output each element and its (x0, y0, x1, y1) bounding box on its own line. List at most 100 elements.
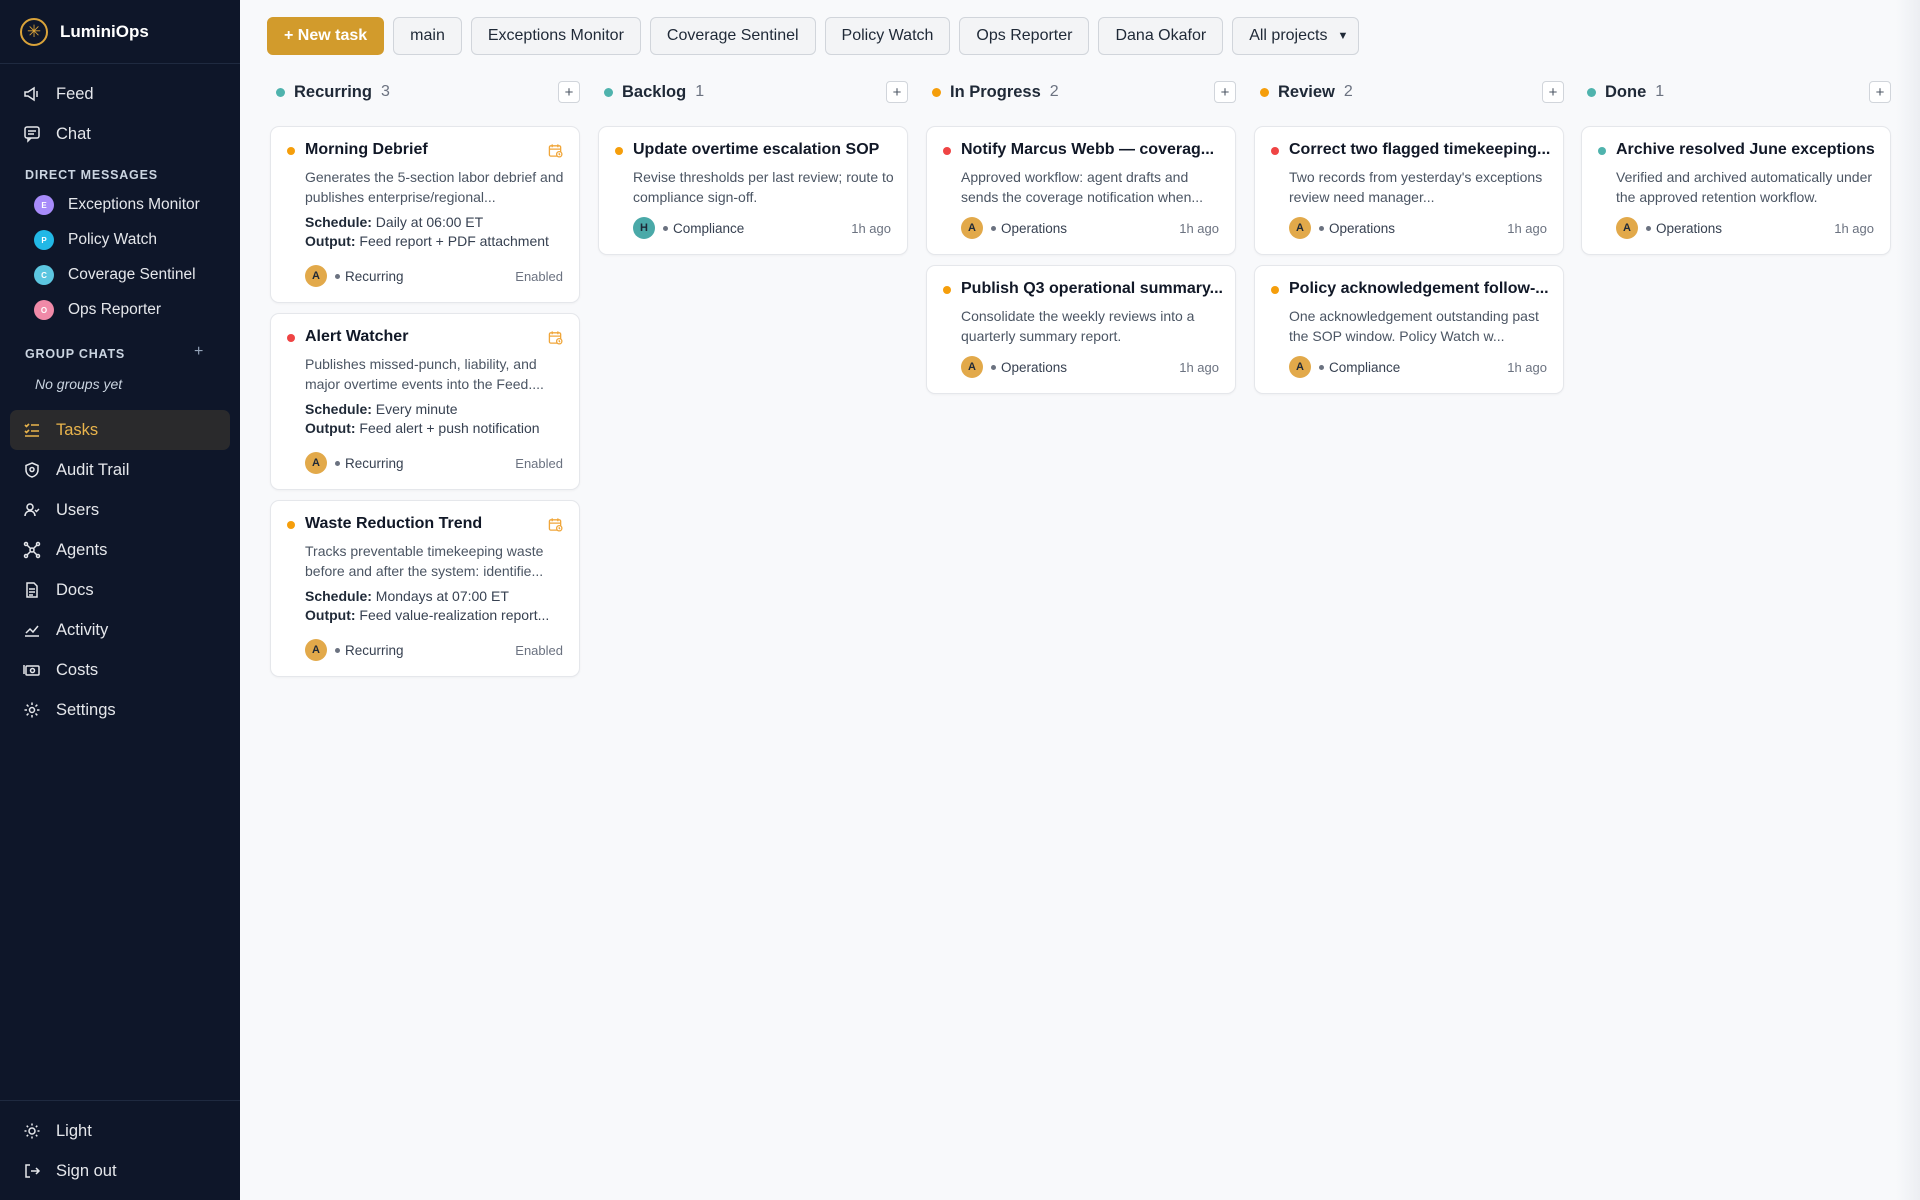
dm-ops-reporter[interactable]: O Ops Reporter (34, 295, 161, 325)
brand[interactable]: ✳ LuminiOps (0, 0, 240, 64)
nav-label: Settings (56, 700, 116, 719)
add-group-button[interactable]: + (194, 343, 203, 361)
tag-label: Operations (1001, 220, 1068, 236)
task-card[interactable]: Morning Debrief Generates the 5-section … (270, 126, 580, 303)
tag-dot (991, 364, 996, 370)
new-task-button[interactable]: + New task (267, 17, 385, 55)
card-tag: Compliance (1319, 360, 1400, 375)
timestamp: 1h ago (1507, 359, 1547, 375)
theme-toggle[interactable]: Light (10, 1111, 230, 1151)
sidebar-footer (0, 1100, 240, 1101)
task-card[interactable]: Notify Marcus Webb — coverag... Approved… (926, 126, 1236, 255)
nav-label: Light (56, 1121, 92, 1140)
column-done: Done 1 + Archive resolved June exception… (1581, 80, 1891, 280)
output-value: Feed value-realization report... (359, 607, 550, 623)
tag-dot (991, 225, 996, 231)
nav-item-activity[interactable]: Activity (10, 610, 230, 650)
task-card[interactable]: Alert Watcher Publishes missed-punch, li… (270, 313, 580, 490)
add-card-button[interactable]: + (1214, 81, 1236, 103)
card-footer: A Compliance 1h ago (1289, 356, 1547, 378)
tag-dot (335, 647, 340, 653)
card-tag: Recurring (335, 643, 404, 658)
task-card[interactable]: Waste Reduction Trend Tracks preventable… (270, 500, 580, 677)
column-title: In Progress (950, 82, 1041, 101)
nav-item-docs[interactable]: Docs (10, 570, 230, 610)
card-title: Correct two flagged timekeeping... (1289, 141, 1551, 158)
tag-label: Compliance (1329, 359, 1401, 375)
logo-icon: ✳ (20, 17, 48, 46)
filter-dana-okafor[interactable]: Dana Okafor (1098, 17, 1224, 55)
output-label: Output: (305, 420, 356, 436)
nav-item-agents[interactable]: Agents (10, 530, 230, 570)
activity-icon (22, 620, 42, 640)
filter-ops-reporter[interactable]: Ops Reporter (959, 17, 1090, 55)
status-text: Enabled (515, 642, 563, 658)
timestamp: 1h ago (1179, 220, 1219, 236)
card-footer: A Recurring Enabled (305, 639, 563, 661)
toolbar: + New task main Exceptions Monitor Cover… (267, 17, 1368, 55)
avatar: A (305, 639, 327, 661)
app-name: LuminiOps (60, 21, 149, 41)
nav-label: Audit Trail (56, 460, 130, 479)
card-output: Output: Feed value-realization report... (305, 607, 567, 623)
nav-label: Users (56, 500, 100, 519)
card-tag: Operations (991, 360, 1067, 375)
card-description: One acknowledgement outstanding past the… (1289, 308, 1539, 344)
column-recurring: Recurring 3 + Morning Debrief Generates … (270, 80, 580, 680)
sign-out-button[interactable]: Sign out (10, 1151, 230, 1191)
task-card[interactable]: Archive resolved June exceptions Verifie… (1581, 126, 1891, 255)
dm-exceptions-monitor[interactable]: E Exceptions Monitor (34, 190, 200, 220)
dm-policy-watch[interactable]: P Policy Watch (34, 225, 157, 255)
add-card-button[interactable]: + (886, 81, 908, 103)
shield-icon (22, 460, 42, 480)
dm-coverage-sentinel[interactable]: C Coverage Sentinel (34, 260, 196, 290)
column-title: Backlog (622, 82, 687, 101)
add-card-button[interactable]: + (558, 81, 580, 103)
avatar: O (34, 300, 54, 320)
card-title: Publish Q3 operational summary... (961, 280, 1223, 297)
filter-coverage-sentinel[interactable]: Coverage Sentinel (649, 17, 816, 55)
task-card[interactable]: Correct two flagged timekeeping... Two r… (1254, 126, 1564, 255)
filter-policy-watch[interactable]: Policy Watch (824, 17, 951, 55)
money-icon (22, 660, 42, 680)
group-chats-label: GROUP CHATS (25, 347, 126, 361)
timestamp: 1h ago (1834, 220, 1874, 236)
add-card-button[interactable]: + (1542, 81, 1564, 103)
project-select[interactable]: All projects ▼ (1232, 17, 1360, 55)
priority-dot (943, 286, 951, 294)
card-title: Alert Watcher (305, 328, 409, 345)
status-dot (276, 87, 285, 97)
task-card[interactable]: Policy acknowledgement follow-... One ac… (1254, 265, 1564, 394)
nav-item-users[interactable]: Users (10, 490, 230, 530)
nav-item-costs[interactable]: Costs (10, 650, 230, 690)
output-label: Output: (305, 233, 356, 249)
nav-item-chat[interactable]: Chat (10, 114, 230, 154)
timestamp: 1h ago (1507, 220, 1547, 236)
timestamp: 1h ago (851, 220, 891, 236)
dm-label: Exceptions Monitor (68, 196, 200, 213)
dm-label: Coverage Sentinel (68, 266, 196, 283)
task-card[interactable]: Update overtime escalation SOP Revise th… (598, 126, 908, 255)
calendar-clock-icon (548, 518, 563, 532)
column-header: Recurring 3 + (270, 80, 580, 104)
project-select-value: All projects (1249, 27, 1328, 44)
status-dot (932, 87, 941, 97)
filter-main[interactable]: main (393, 17, 462, 55)
nav-item-settings[interactable]: Settings (10, 690, 230, 730)
card-output: Output: Feed report + PDF attachment (305, 233, 567, 249)
nav-item-audit-trail[interactable]: Audit Trail (10, 450, 230, 490)
calendar-clock-icon (548, 144, 563, 158)
task-card[interactable]: Publish Q3 operational summary... Consol… (926, 265, 1236, 394)
tag-label: Operations (1329, 220, 1396, 236)
schedule-label: Schedule: (305, 588, 372, 604)
column-header: Review 2 + (1254, 80, 1564, 104)
tasks-icon (22, 420, 42, 440)
card-description: Approved workflow: agent drafts and send… (961, 169, 1204, 205)
nav-item-feed[interactable]: Feed (10, 74, 230, 114)
tag-label: Recurring (345, 455, 404, 471)
priority-dot (1598, 147, 1606, 155)
filter-exceptions-monitor[interactable]: Exceptions Monitor (470, 17, 641, 55)
avatar: P (34, 230, 54, 250)
add-card-button[interactable]: + (1869, 81, 1891, 103)
nav-item-tasks[interactable]: Tasks (10, 410, 230, 450)
